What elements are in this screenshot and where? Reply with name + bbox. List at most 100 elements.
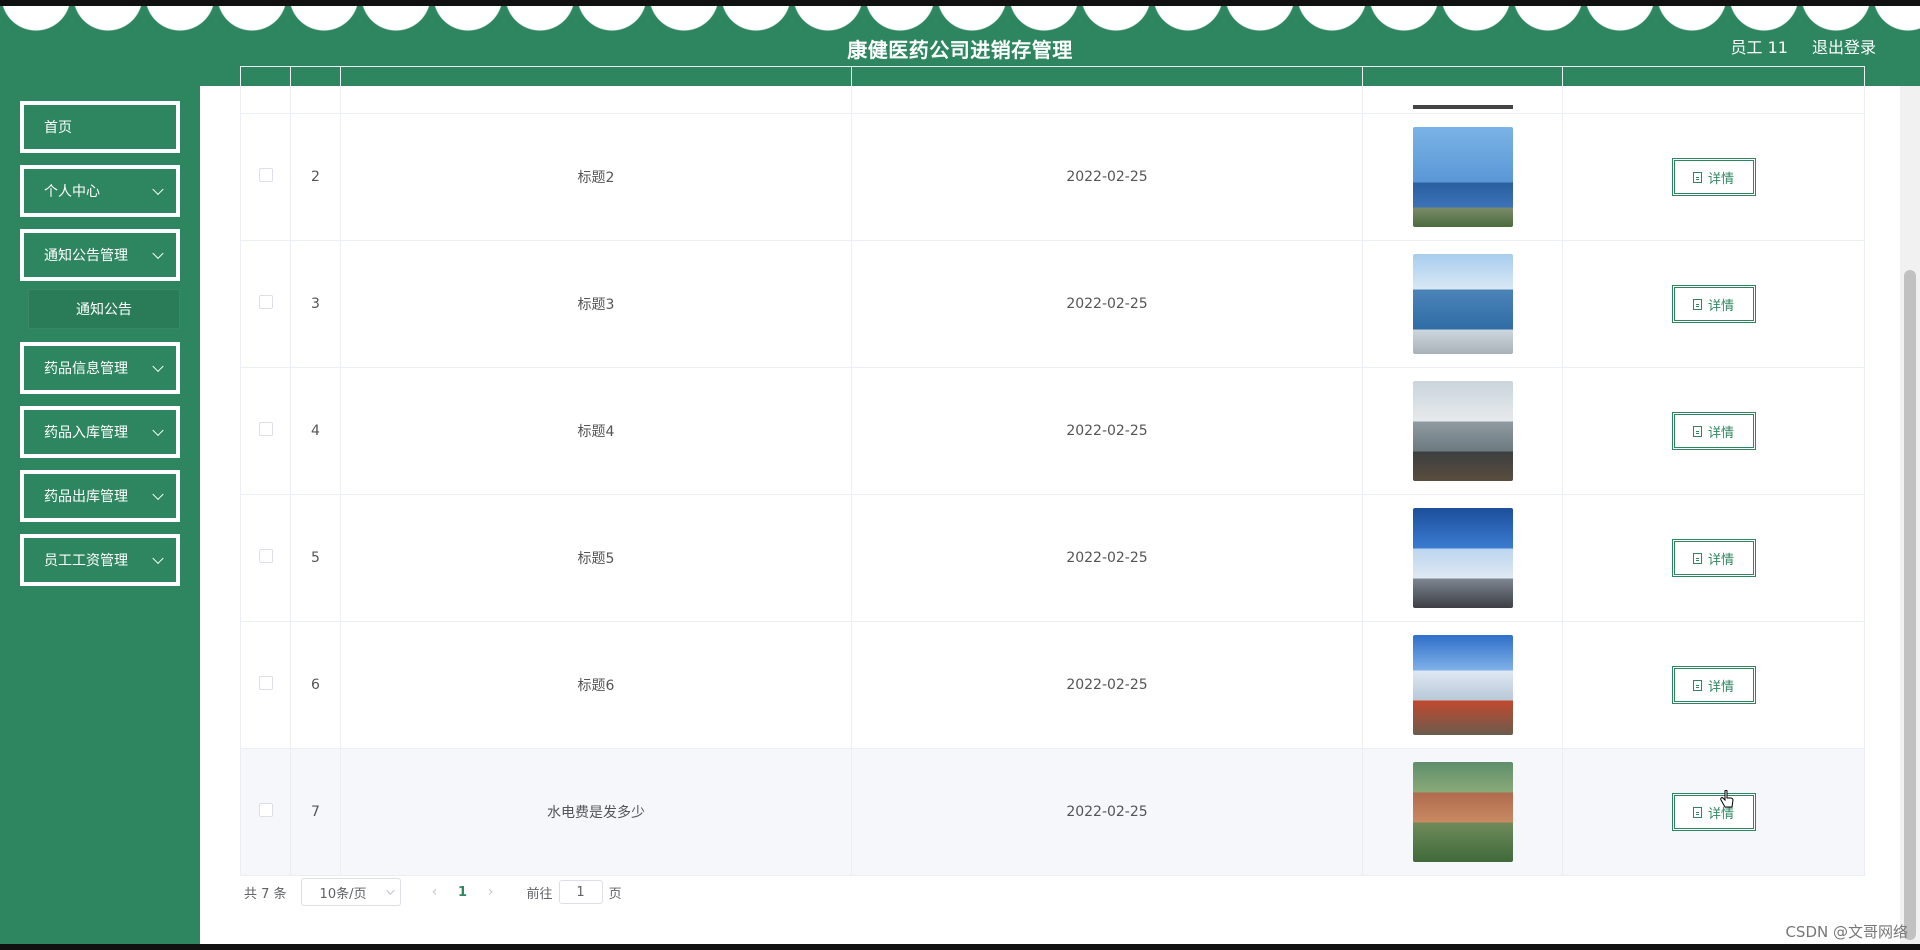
- app-title: 康健医药公司进销存管理: [847, 38, 1073, 62]
- sidebar-item-label: 员工工资管理: [44, 553, 128, 569]
- document-icon: [1692, 425, 1702, 437]
- row-index: 7: [290, 748, 341, 876]
- row-checkbox[interactable]: [258, 168, 273, 182]
- watermark: CSDN @文哥网络: [1785, 923, 1908, 941]
- row-index: 5: [290, 494, 341, 622]
- sidebar-item-drug-info[interactable]: 药品信息管理: [20, 342, 180, 394]
- sidebar-item-label: 首页: [44, 120, 72, 136]
- notice-table: 2 标题2 2022-02-25 详情 3 标题3 2022-02-25 详情 …: [240, 66, 1865, 876]
- sidebar-item-label: 通知公告管理: [44, 248, 128, 264]
- row-index: 4: [290, 367, 341, 495]
- row-checkbox[interactable]: [258, 549, 273, 563]
- detail-button[interactable]: 详情: [1671, 666, 1756, 704]
- detail-button[interactable]: 详情: [1671, 539, 1756, 577]
- table-row: 3 标题3 2022-02-25 详情: [240, 240, 1865, 368]
- logout-link[interactable]: 退出登录: [1812, 34, 1876, 58]
- building-thumbnail: [1412, 105, 1513, 109]
- bottom-window-strip: [0, 944, 1920, 950]
- document-icon: [1692, 552, 1702, 564]
- table-row: 6 标题6 2022-02-25 详情: [240, 621, 1865, 749]
- sidebar-item-salary[interactable]: 员工工资管理: [20, 534, 180, 586]
- row-index: 6: [290, 621, 341, 749]
- sidebar-item-home[interactable]: 首页: [20, 101, 180, 153]
- building-thumbnail: [1412, 635, 1513, 735]
- submenu-item-notice[interactable]: 通知公告: [28, 289, 180, 329]
- building-thumbnail: [1412, 381, 1513, 481]
- document-icon: [1692, 298, 1702, 310]
- chevron-down-icon: [152, 488, 164, 501]
- row-checkbox[interactable]: [258, 676, 273, 690]
- sidebar-item-notice-management[interactable]: 通知公告管理: [20, 229, 180, 281]
- row-date: 2022-02-25: [851, 113, 1363, 241]
- row-title: 水电费是发多少: [340, 748, 852, 876]
- sidebar: 首页 个人中心 通知公告管理 通知公告 药品信息管理 药品入库管理 药品出库管理…: [0, 86, 200, 944]
- top-window-strip: [0, 0, 1920, 6]
- row-checkbox[interactable]: [258, 295, 273, 309]
- sidebar-item-label: 药品入库管理: [44, 425, 128, 441]
- detail-button-label: 详情: [1707, 679, 1734, 695]
- detail-button-label: 详情: [1707, 425, 1734, 441]
- goto-page-input[interactable]: [558, 880, 603, 904]
- detail-button-label: 详情: [1707, 552, 1734, 568]
- sidebar-item-label: 药品信息管理: [44, 361, 128, 377]
- document-icon: [1692, 679, 1702, 691]
- row-date: 2022-02-25: [851, 367, 1363, 495]
- detail-button-label: 详情: [1707, 298, 1734, 314]
- header-user-area: 员工 11 退出登录: [1731, 34, 1876, 58]
- row-title: 标题5: [340, 494, 852, 622]
- pagination: 共 7 条 10条/页 ‹ 1 › 前往 页: [244, 878, 622, 906]
- detail-button[interactable]: 详情: [1671, 158, 1756, 196]
- pagination-total: 共 7 条: [244, 886, 287, 902]
- row-date: 2022-02-25: [851, 621, 1363, 749]
- chevron-down-icon: [152, 360, 164, 373]
- row-index: 3: [290, 240, 341, 368]
- building-thumbnail: [1412, 762, 1513, 862]
- main-content: 2 标题2 2022-02-25 详情 3 标题3 2022-02-25 详情 …: [200, 66, 1900, 944]
- row-checkbox[interactable]: [258, 803, 273, 817]
- building-thumbnail: [1412, 254, 1513, 354]
- row-date: 2022-02-25: [851, 748, 1363, 876]
- row-date: 2022-02-25: [851, 494, 1363, 622]
- goto-prefix: 前往: [526, 886, 553, 902]
- page-number[interactable]: 1: [449, 885, 477, 900]
- row-index: 2: [290, 113, 341, 241]
- detail-button[interactable]: 详情: [1671, 412, 1756, 450]
- row-title: 标题2: [340, 113, 852, 241]
- row-date: 2022-02-25: [851, 240, 1363, 368]
- chevron-right-icon[interactable]: ›: [477, 884, 505, 900]
- sidebar-item-drug-outbound[interactable]: 药品出库管理: [20, 470, 180, 522]
- page-size-value: 10条/页: [319, 886, 367, 902]
- building-thumbnail: [1412, 508, 1513, 608]
- document-icon: [1692, 806, 1702, 818]
- hand-cursor-icon: [1720, 790, 1734, 808]
- chevron-down-icon: [152, 247, 164, 260]
- sidebar-item-label: 药品出库管理: [44, 489, 128, 505]
- table-row: 4 标题4 2022-02-25 详情: [240, 367, 1865, 495]
- sidebar-item-personal-center[interactable]: 个人中心: [20, 165, 180, 217]
- current-user-label: 员工 11: [1730, 38, 1788, 57]
- row-title: 标题4: [340, 367, 852, 495]
- detail-button[interactable]: 详情: [1671, 793, 1756, 831]
- table-row: 7 水电费是发多少 2022-02-25 详情: [240, 748, 1865, 876]
- page-size-select[interactable]: 10条/页: [300, 878, 401, 906]
- detail-button[interactable]: 详情: [1671, 285, 1756, 323]
- document-icon: [1692, 171, 1702, 183]
- detail-button-label: 详情: [1707, 171, 1734, 187]
- table-row: [240, 66, 1865, 114]
- goto-suffix: 页: [608, 886, 622, 902]
- row-checkbox[interactable]: [258, 422, 273, 436]
- chevron-down-icon: [152, 424, 164, 437]
- table-row: 2 标题2 2022-02-25 详情: [240, 113, 1865, 241]
- chevron-down-icon: [385, 886, 395, 895]
- chevron-left-icon[interactable]: ‹: [421, 884, 449, 900]
- chevron-down-icon: [152, 183, 164, 196]
- submenu-item-label: 通知公告: [76, 302, 132, 318]
- table-row: 5 标题5 2022-02-25 详情: [240, 494, 1865, 622]
- row-title: 标题3: [340, 240, 852, 368]
- scrollbar-thumb[interactable]: [1904, 270, 1916, 940]
- sidebar-item-label: 个人中心: [44, 184, 100, 200]
- building-thumbnail: [1412, 127, 1513, 227]
- sidebar-item-drug-inbound[interactable]: 药品入库管理: [20, 406, 180, 458]
- chevron-down-icon: [152, 552, 164, 565]
- row-title: 标题6: [340, 621, 852, 749]
